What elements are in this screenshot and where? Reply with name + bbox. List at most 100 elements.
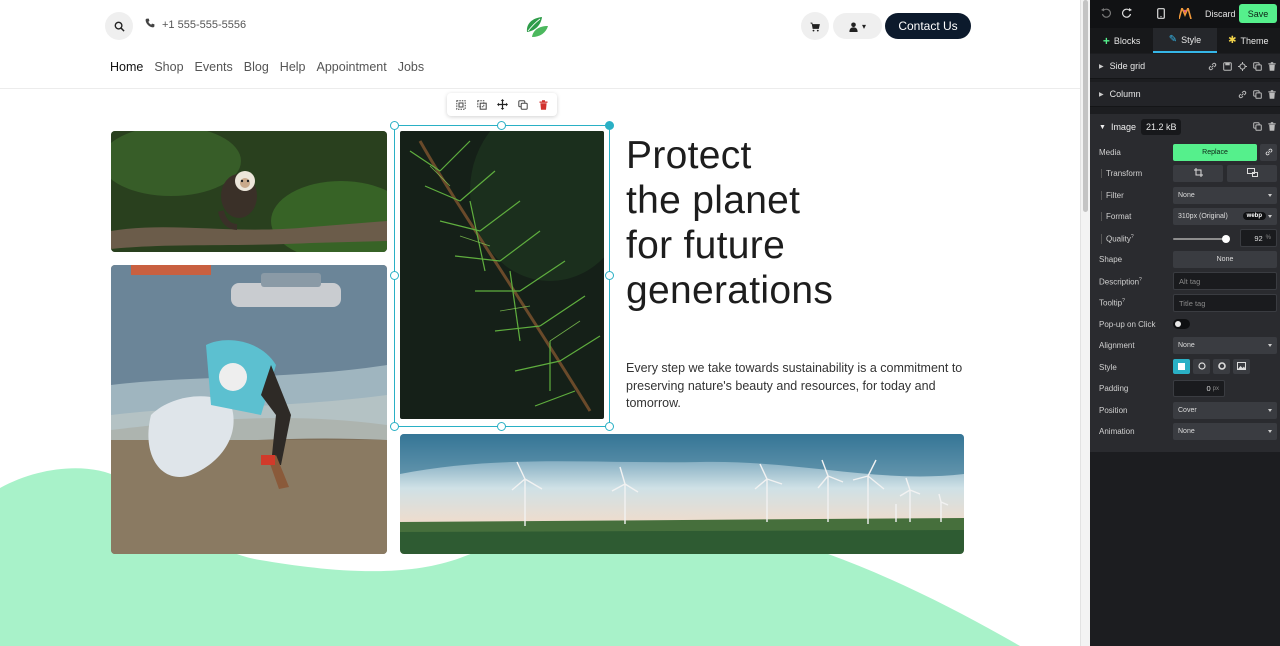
link-icon[interactable] [1238, 90, 1247, 99]
phone-contact[interactable]: +1 555-555-5556 [145, 18, 246, 31]
title-tag-input[interactable]: Title tag [1173, 294, 1277, 312]
hero-title-line: for future [626, 224, 786, 267]
user-icon [849, 17, 858, 36]
trash-icon[interactable] [1268, 122, 1276, 131]
mobile-preview-icon[interactable] [1157, 8, 1165, 19]
section-actions [1238, 90, 1276, 99]
search-button[interactable] [105, 12, 133, 40]
search-icon [114, 17, 125, 36]
alignment-label: Alignment [1099, 341, 1135, 350]
style-image-button[interactable] [1233, 359, 1250, 374]
hero-title: Protect the planet for future generation… [626, 133, 833, 313]
resize-handle-right[interactable] [605, 271, 614, 280]
filter-value: None [1178, 192, 1195, 199]
media-link-button[interactable] [1260, 144, 1277, 161]
undo-icon[interactable] [1101, 8, 1111, 18]
section-actions [1208, 62, 1276, 71]
move-icon[interactable] [496, 99, 508, 110]
crop-button[interactable] [1173, 165, 1223, 182]
style-square-button[interactable] [1173, 359, 1190, 374]
popup-toggle[interactable] [1173, 319, 1190, 329]
contact-us-button[interactable]: Contact Us [885, 13, 971, 39]
gear-icon: ✱ [1228, 35, 1237, 46]
image-icon [1237, 361, 1246, 372]
discard-button[interactable]: Discard [1205, 9, 1236, 19]
monkey-image[interactable] [111, 131, 387, 252]
caret-right-icon: ▶ [1099, 91, 1104, 98]
link-icon [1265, 148, 1273, 158]
nav-item-appointment[interactable]: Appointment [317, 60, 387, 74]
description-help-mark: ? [1139, 277, 1142, 283]
hero-title-line: Protect [626, 134, 752, 177]
user-menu-button[interactable]: ▾ [833, 13, 882, 39]
nav-item-home[interactable]: Home [110, 60, 143, 74]
padding-input[interactable]: 0 px [1173, 380, 1225, 397]
quality-input[interactable]: 92 % [1240, 229, 1277, 247]
section-title: Side grid [1109, 61, 1146, 71]
shape-select[interactable]: None [1173, 251, 1277, 268]
section-side-grid[interactable]: ▶ Side grid [1090, 54, 1280, 79]
resize-handle-top[interactable] [497, 121, 506, 130]
phone-icon [145, 18, 155, 31]
beach-cleanup-image[interactable] [111, 265, 387, 554]
nav-item-jobs[interactable]: Jobs [398, 60, 424, 74]
nav-item-help[interactable]: Help [280, 60, 306, 74]
copy-icon[interactable] [1253, 90, 1262, 99]
filter-select[interactable]: None [1173, 187, 1277, 204]
section-actions [1253, 122, 1276, 131]
resize-handle-bottom[interactable] [497, 422, 506, 431]
style-rounded-button[interactable] [1193, 359, 1210, 374]
resize-button[interactable] [1227, 165, 1277, 182]
duplicate-icon[interactable] [518, 99, 529, 110]
resize-icon [1246, 168, 1258, 179]
format-select[interactable]: 310px (Original) webp [1173, 208, 1277, 225]
nav-item-blog[interactable]: Blog [244, 60, 269, 74]
resize-handle-bottom-left[interactable] [390, 422, 399, 431]
delete-icon[interactable] [539, 99, 548, 110]
save-block-icon[interactable] [1223, 62, 1232, 71]
replace-media-button[interactable]: Replace [1173, 144, 1257, 161]
alt-tag-input[interactable]: Alt tag [1173, 272, 1277, 290]
alignment-select[interactable]: None [1173, 337, 1277, 354]
position-select[interactable]: Cover [1173, 402, 1277, 419]
wind-turbines-image[interactable] [400, 434, 964, 554]
tab-theme[interactable]: ✱ Theme [1217, 28, 1280, 53]
resize-handle-bottom-right[interactable] [605, 422, 614, 431]
quality-slider[interactable] [1173, 235, 1230, 243]
canvas-scrollbar[interactable] [1080, 0, 1090, 646]
save-button[interactable]: Save [1239, 4, 1277, 23]
quality-label: Quality? [1101, 234, 1134, 244]
ai-assistant-icon[interactable] [1179, 8, 1192, 19]
scrollbar-thumb[interactable] [1083, 0, 1088, 212]
redo-icon[interactable] [1122, 8, 1132, 18]
resize-handle-left[interactable] [390, 271, 399, 280]
hero-title-line: generations [626, 269, 834, 312]
cart-button[interactable] [801, 12, 829, 40]
tab-label: Blocks [1113, 35, 1141, 46]
image-section-header[interactable]: ▼ Image 21.2 kB [1099, 119, 1182, 135]
tab-style[interactable]: ✎ Style [1153, 28, 1217, 53]
nav-item-shop[interactable]: Shop [154, 60, 183, 74]
pine-branch-image[interactable] [400, 131, 604, 419]
cart-icon [810, 17, 820, 36]
style-circle-button[interactable] [1213, 359, 1230, 374]
tab-blocks[interactable]: + Blocks [1090, 28, 1153, 53]
resize-handle-top-left[interactable] [390, 121, 399, 130]
quality-unit: % [1265, 235, 1271, 241]
target-icon[interactable] [1238, 62, 1247, 71]
animation-select[interactable]: None [1173, 423, 1277, 440]
trash-icon[interactable] [1268, 90, 1276, 99]
resize-handle-top-right[interactable] [605, 121, 614, 130]
section-column[interactable]: ▶ Column [1090, 82, 1280, 107]
copy-icon[interactable] [1253, 122, 1262, 131]
trash-icon[interactable] [1268, 62, 1276, 71]
select-child-icon[interactable] [476, 99, 487, 110]
select-parent-icon[interactable] [456, 99, 466, 110]
link-icon[interactable] [1208, 62, 1217, 71]
leaf-logo-icon[interactable] [523, 12, 551, 44]
nav-item-events[interactable]: Events [195, 60, 233, 74]
copy-icon[interactable] [1253, 62, 1262, 71]
quality-slider-knob[interactable] [1222, 235, 1230, 243]
transform-label: Transform [1101, 169, 1142, 178]
description-label: Description? [1099, 277, 1142, 287]
